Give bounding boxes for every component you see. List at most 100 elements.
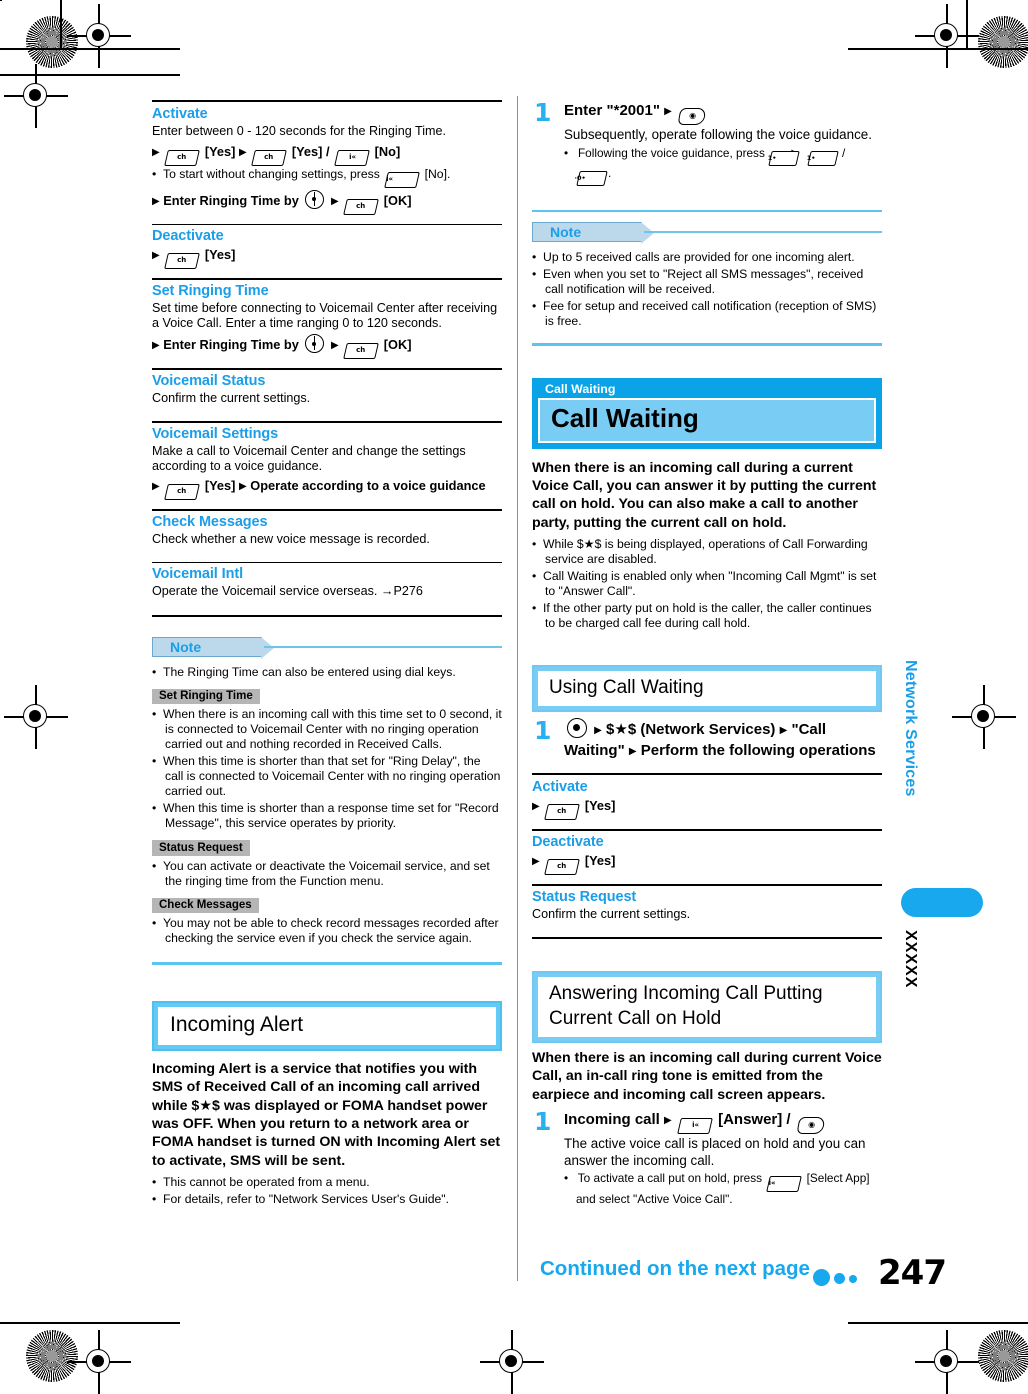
incoming-alert-bullet: This cannot be operated from a menu. — [152, 1175, 502, 1190]
continued-label: Continued on the next page — [540, 1257, 810, 1280]
section-check-messages-title: Check Messages — [152, 513, 268, 530]
voicemail-settings-operation: ch [Yes] Operate according to a voice gu… — [152, 477, 502, 500]
registration-mark-ml — [4, 64, 68, 128]
right-column: 1 Enter "*2001" ◉ Subsequently, operate … — [532, 100, 882, 1211]
crop-line-top-left-h2 — [0, 74, 180, 76]
step-description: Subsequently, operate following the voic… — [564, 127, 872, 142]
note-group-tag-set-ringing-time: Set Ringing Time — [152, 688, 260, 705]
ucw-activate-yes: [Yes] — [584, 798, 616, 814]
call-key-icon: ◉ — [796, 1117, 826, 1135]
activate-bullet-tail: [No]. — [424, 166, 451, 181]
arrow-icon — [664, 1113, 672, 1126]
ucw-deactivate-yes: [Yes] — [584, 852, 616, 868]
divider — [152, 420, 502, 423]
note-bullet: When this time is shorter than that set … — [152, 754, 502, 799]
activate-op2-pre: Enter Ringing Time by — [163, 192, 299, 208]
ucw-deactivate-operation: ch [Yes] — [532, 852, 882, 875]
divider — [532, 829, 882, 831]
print-star-target-br — [978, 1330, 1028, 1382]
answering-bullet-tail: and select "Active Voice Call". — [576, 1192, 733, 1207]
step-answering: 1 Incoming call i« [Answer] / ◉ The acti… — [532, 1109, 882, 1207]
label-no: [No] — [374, 143, 401, 159]
set-ringing-time-operation: Enter Ringing Time by ch [OK] — [152, 334, 502, 360]
divider — [152, 614, 502, 617]
section-header-call-waiting: Call Waiting Call Waiting — [532, 377, 882, 449]
side-tab-title: Network Services — [902, 660, 919, 797]
note-top-rule-right — [532, 209, 882, 213]
label-yes-2: [Yes] / — [291, 143, 330, 159]
print-star-target-bl — [26, 1330, 78, 1382]
call-waiting-bullet: If the other party put on hold is the ca… — [532, 601, 882, 631]
registration-mark-bc — [480, 1330, 544, 1394]
registration-mark-br — [915, 1330, 979, 1394]
note-label: Note — [170, 638, 202, 655]
step-number: 1 — [534, 1107, 552, 1137]
call-key-icon: ◉ — [677, 108, 707, 125]
section-header-using-call-waiting: Using Call Waiting — [532, 664, 882, 712]
call-waiting-bullet: While $★$ is being displayed, operations… — [532, 537, 882, 567]
arrow-icon — [331, 338, 339, 351]
column-divider — [517, 96, 519, 1281]
registration-mark-right-mid — [952, 685, 1016, 749]
soft-key-ch-icon: ch — [164, 483, 201, 500]
note-rule — [264, 645, 502, 649]
section-header-using-call-waiting-text: Using Call Waiting — [538, 670, 876, 706]
step-bullet-tail: . — [608, 165, 612, 180]
call-waiting-lead: When there is an incoming call during a … — [532, 459, 877, 531]
section-check-messages-desc: Check whether a new voice message is rec… — [152, 531, 430, 546]
soft-key-ch-icon: ch — [544, 858, 581, 875]
arrow-icon — [664, 104, 672, 117]
section-set-ringing-time-desc: Set time before connecting to Voicemail … — [152, 300, 498, 330]
print-star-target-tl — [26, 16, 78, 68]
note-bullet: You can activate or deactivate the Voice… — [152, 859, 502, 889]
ucw-status-request-desc: Confirm the current settings. — [532, 906, 691, 921]
note-label: Note — [550, 224, 582, 241]
srt-op-ok: [OK] — [383, 337, 412, 353]
ucw-activate-title: Activate — [532, 779, 588, 796]
continued-dot-large-icon — [813, 1269, 830, 1286]
soft-key-i-icon: i« — [384, 171, 421, 188]
step-text-1: $★$ (Network Services) — [606, 720, 776, 738]
crop-line-top-right-h — [848, 48, 1028, 50]
vms-tail: Operate according to a voice guidance — [250, 477, 486, 493]
section-voicemail-intl-desc: Operate the Voicemail service overseas. … — [152, 584, 423, 599]
answering-bullet-pre: To activate a call put on hold, press — [577, 1171, 763, 1186]
page-number: 247 — [878, 1253, 947, 1293]
crop-line-top-left-v — [60, 0, 62, 48]
arrow-icon — [152, 338, 160, 351]
step-bullet: To activate a call put on hold, press i«… — [564, 1171, 882, 1206]
nav-key-icon — [305, 189, 325, 209]
section-header-incoming-alert-text: Incoming Alert — [158, 1007, 496, 1046]
step-text-3: Perform the following operations — [640, 741, 876, 759]
answering-step-answer: [Answer] / — [718, 1111, 791, 1129]
note-tag: Note — [532, 221, 656, 244]
section-header-answering-text: Answering Incoming Call Putting Current … — [538, 977, 876, 1038]
left-column: Activate Enter between 0 - 120 seconds f… — [152, 100, 502, 1209]
divider — [152, 223, 502, 226]
step-heading: $★$ (Network Services) "Call Waiting" Pe… — [564, 717, 882, 761]
step-heading: Enter "*2001" ◉ — [564, 100, 882, 125]
section-header-incoming-alert: Incoming Alert — [152, 1001, 502, 1052]
step-heading: Incoming call i« [Answer] / ◉ — [564, 1109, 882, 1135]
divider — [152, 278, 502, 280]
number-key-1-icon: 1• — [806, 150, 839, 166]
incoming-alert-lead: Incoming Alert is a service that notifie… — [152, 1061, 501, 1169]
call-waiting-bullet: Call Waiting is enabled only when "Incom… — [532, 569, 882, 599]
arrow-icon — [239, 479, 247, 492]
answering-step-pre: Incoming call — [564, 1111, 660, 1129]
vms-yes: [Yes] — [204, 477, 236, 493]
section-voicemail-settings-title: Voicemail Settings — [152, 425, 279, 442]
arrow-icon — [594, 723, 602, 736]
note-header-right: Note — [532, 221, 882, 244]
section-voicemail-intl-title: Voicemail Intl — [152, 566, 243, 583]
soft-key-ch-icon: ch — [343, 198, 380, 215]
note-bullet: The Ringing Time can also be entered usi… — [152, 665, 502, 680]
ucw-deactivate-title: Deactivate — [532, 833, 604, 850]
soft-key-ch-icon: ch — [164, 149, 201, 166]
section-activate-desc: Enter between 0 - 120 seconds for the Ri… — [152, 124, 447, 139]
soft-key-i-icon: i« — [334, 149, 370, 166]
divider — [532, 936, 882, 940]
page-footer: Continued on the next page 247 — [0, 1253, 1028, 1305]
arrow-icon — [532, 799, 540, 812]
section-voicemail-status-desc: Confirm the current settings. — [152, 390, 311, 405]
